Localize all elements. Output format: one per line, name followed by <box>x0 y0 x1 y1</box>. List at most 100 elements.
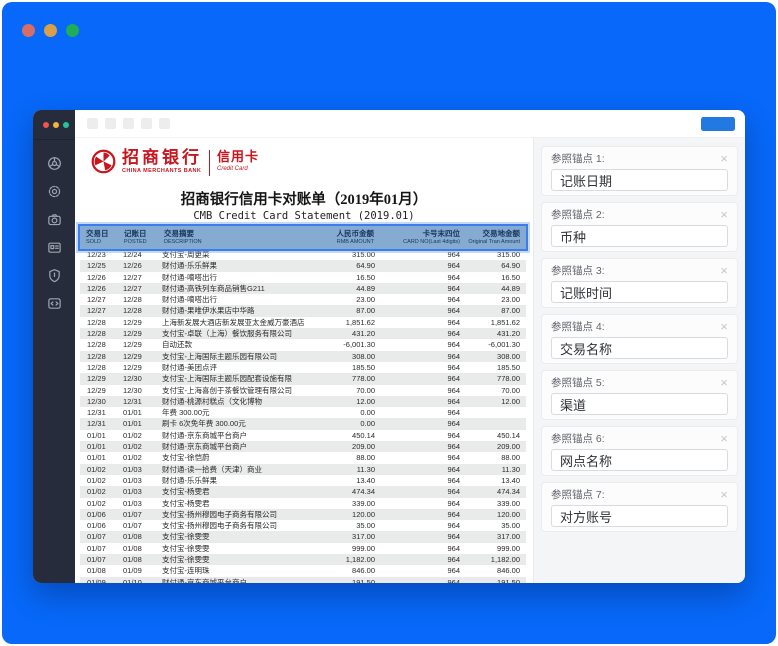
table-cell: 70.00 <box>466 385 526 396</box>
close-icon[interactable]: × <box>720 209 728 221</box>
table-row[interactable]: 01/0201/03财付通-读一拾费（天津）商业11.3096411.30 <box>80 464 526 475</box>
table-cell: 01/02 <box>80 498 118 509</box>
table-row[interactable]: 12/2812/29支付宝-卓联（上海）餐饮服务有限公司431.20964431… <box>80 328 526 339</box>
table-row[interactable]: 12/3012/31财付通-桃源村糕点（文化博物12.0096412.00 <box>80 396 526 407</box>
table-cell: 支付宝-上海国际主题乐园有限公司 <box>158 351 300 362</box>
anchor-input-1[interactable] <box>551 169 728 191</box>
table-cell: 339.00 <box>466 498 526 509</box>
table-header-row[interactable]: 交易日SOLD 记账日POSTED 交易摘要DESCRIPTION 人民币金额R… <box>80 226 526 249</box>
table-header-cell: 交易日SOLD <box>80 229 118 246</box>
code-icon[interactable] <box>47 296 62 311</box>
cmb-logo-icon <box>90 148 117 175</box>
anchor-input-4[interactable] <box>551 337 728 359</box>
table-cell: 185.50 <box>300 362 380 373</box>
table-cell: 支付宝-徐恺蔚 <box>158 452 300 463</box>
table-row[interactable]: 01/0801/09支付宝-连明珠846.00964846.00 <box>80 565 526 576</box>
anchor-input-6[interactable] <box>551 449 728 471</box>
toolbar-button[interactable] <box>141 118 152 129</box>
table-row[interactable]: 01/0101/02财付通-京东商城平台商户450.14964450.14 <box>80 430 526 441</box>
table-cell: 964 <box>380 396 466 407</box>
table-row[interactable]: 01/0701/08支付宝-徐雯雯1,182.009641,182.00 <box>80 554 526 565</box>
table-cell: 964 <box>380 498 466 509</box>
table-cell: 12/31 <box>118 396 158 407</box>
primary-action-button[interactable] <box>701 117 735 131</box>
table-row[interactable]: 01/0701/08支付宝-徐雯雯999.00964999.00 <box>80 543 526 554</box>
table-row[interactable]: 12/2812/29上海新发展大酒店新发展亚太金威万豪酒店1,851.62964… <box>80 317 526 328</box>
table-cell: 财付通-京东商城平台商户 <box>158 577 300 583</box>
table-cell: 01/01 <box>118 407 158 418</box>
table-row[interactable]: 12/2712/28财付通-果唯伊水果店中华路87.0096487.00 <box>80 305 526 316</box>
id-card-icon[interactable] <box>47 240 62 255</box>
table-cell: 120.00 <box>300 509 380 520</box>
table-cell: 支付宝-扬州穆园电子商务有限公司 <box>158 520 300 531</box>
close-icon[interactable]: × <box>720 265 728 277</box>
desktop-background: 招商银行 CHINA MERCHANTS BANK 信用卡 Credit Car… <box>2 2 776 644</box>
anchor-input-7[interactable] <box>551 505 728 527</box>
settings-gear-icon[interactable] <box>47 184 62 199</box>
table-row[interactable]: 01/0201/03支付宝-杨雯君474.34964474.34 <box>80 486 526 497</box>
close-icon[interactable]: × <box>720 321 728 333</box>
anchor-input-2[interactable] <box>551 225 728 247</box>
table-cell: 0.00 <box>300 407 380 418</box>
table-cell: 01/02 <box>80 475 118 486</box>
close-icon[interactable]: × <box>720 153 728 165</box>
table-cell: 23.00 <box>466 294 526 305</box>
table-cell: 964 <box>380 452 466 463</box>
anchor-label: 参照锚点 6: <box>551 433 605 445</box>
table-row[interactable]: 12/2912/30支付宝-上海喜创于茶餐饮管理有限公司70.0096470.0… <box>80 385 526 396</box>
table-cell: 12/28 <box>80 351 118 362</box>
table-cell: 财付通-乐乐鲜果 <box>158 260 300 271</box>
shield-icon[interactable] <box>47 268 62 283</box>
table-row[interactable]: 12/2612/27财付通-嘀嗒出行16.5096416.50 <box>80 272 526 283</box>
inner-close-button[interactable] <box>43 122 49 128</box>
table-row[interactable]: 01/0701/08支付宝-徐雯雯317.00964317.00 <box>80 531 526 542</box>
table-row[interactable]: 12/2812/29支付宝-上海国际主题乐园有限公司308.00964308.0… <box>80 351 526 362</box>
toolbar-button[interactable] <box>159 118 170 129</box>
toolbar-button[interactable] <box>105 118 116 129</box>
table-row[interactable]: 01/0901/10财付通-京东商城平台商户191.50964191.50 <box>80 577 526 583</box>
close-icon[interactable]: × <box>720 489 728 501</box>
table-row[interactable]: 12/3101/01年费 300.00元0.00964 <box>80 407 526 418</box>
table-cell: 01/09 <box>118 565 158 576</box>
table-row[interactable]: 01/0601/07支付宝-扬州穆园电子商务有限公司35.0096435.00 <box>80 520 526 531</box>
anchor-input-5[interactable] <box>551 393 728 415</box>
table-row[interactable]: 12/2312/24支付宝-周更菜315.00964315.00 <box>80 249 526 260</box>
inner-minimize-button[interactable] <box>53 122 59 128</box>
table-cell: 964 <box>380 351 466 362</box>
table-row[interactable]: 01/0201/03支付宝-杨雯君339.00964339.00 <box>80 498 526 509</box>
close-icon[interactable]: × <box>720 433 728 445</box>
zoom-button[interactable] <box>66 24 79 37</box>
table-row[interactable]: 01/0101/02财付通-京东商城平台商户209.00964209.00 <box>80 441 526 452</box>
table-cell: 44.89 <box>466 283 526 294</box>
app-window: 招商银行 CHINA MERCHANTS BANK 信用卡 Credit Car… <box>33 110 745 583</box>
anchor-input-3[interactable] <box>551 281 728 303</box>
close-icon[interactable]: × <box>720 377 728 389</box>
table-row[interactable]: 01/0101/02支付宝-徐恺蔚88.0096488.00 <box>80 452 526 463</box>
table-row[interactable]: 12/2512/26财付通-乐乐鲜果64.9096464.90 <box>80 260 526 271</box>
table-row[interactable]: 01/0601/07支付宝-扬州穆园电子商务有限公司120.00964120.0… <box>80 509 526 520</box>
table-cell: 0.00 <box>300 418 380 429</box>
anchor-label: 参照锚点 2: <box>551 209 605 221</box>
sidebar <box>33 110 75 583</box>
toolbar-button[interactable] <box>123 118 134 129</box>
table-cell: 01/06 <box>80 509 118 520</box>
table-cell: 支付宝-杨雯君 <box>158 486 300 497</box>
table-row[interactable]: 12/3101/01刷卡 6次免年费 300.00元0.00964 <box>80 418 526 429</box>
table-row[interactable]: 12/2612/27财付通-高铁列车商品销售G21144.8996444.89 <box>80 283 526 294</box>
camera-icon[interactable] <box>47 212 62 227</box>
table-row[interactable]: 12/2812/29财付通-美团点评185.50964185.50 <box>80 362 526 373</box>
close-button[interactable] <box>22 24 35 37</box>
table-cell: 1,851.62 <box>300 317 380 328</box>
table-cell: 刷卡 6次免年费 300.00元 <box>158 418 300 429</box>
inner-zoom-button[interactable] <box>63 122 69 128</box>
table-row[interactable]: 12/2812/29自动还款-6,001.30964-6,001.30 <box>80 339 526 350</box>
table-cell: 11.30 <box>466 464 526 475</box>
table-row[interactable]: 12/2712/28财付通-嘀嗒出行23.0096423.00 <box>80 294 526 305</box>
table-row[interactable]: 12/2912/30支付宝-上海国际主题乐园配套设施有限778.00964778… <box>80 373 526 384</box>
minimize-button[interactable] <box>44 24 57 37</box>
anchor-label: 参照锚点 7: <box>551 489 605 501</box>
toolbar-button[interactable] <box>87 118 98 129</box>
table-row[interactable]: 01/0201/03财付通-乐乐鲜果13.4096413.40 <box>80 475 526 486</box>
app-logo-icon[interactable] <box>47 156 62 171</box>
table-cell: 70.00 <box>300 385 380 396</box>
